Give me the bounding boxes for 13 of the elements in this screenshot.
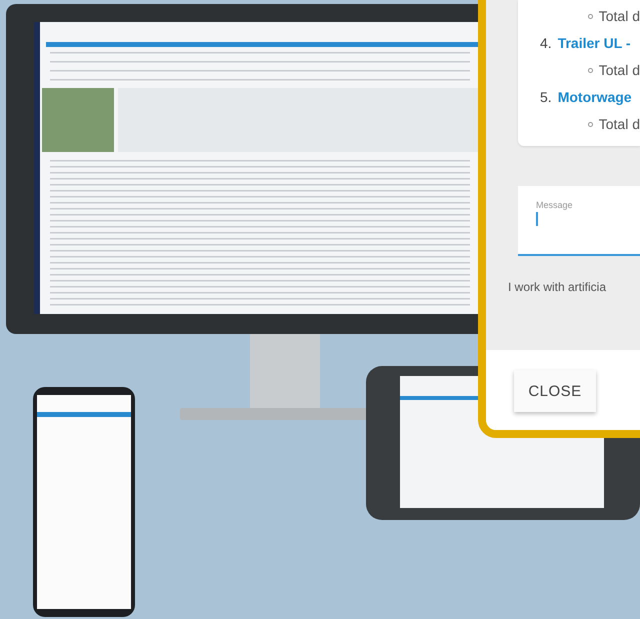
- list-number: 5.: [540, 89, 552, 105]
- message-text: Total d: [598, 8, 640, 24]
- message-text: Total d: [598, 62, 640, 78]
- message-link[interactable]: Trailer UL -: [558, 35, 631, 51]
- bullet-icon: [588, 14, 593, 18]
- bullet-icon: [588, 68, 593, 72]
- bullet-icon: [588, 122, 593, 126]
- message-input-field[interactable]: Message: [518, 186, 640, 256]
- message-link[interactable]: Motorwage: [558, 89, 632, 105]
- disclaimer-text: I work with artificia: [508, 280, 608, 294]
- close-button[interactable]: CLOSE: [514, 370, 596, 412]
- message-text: Total d: [598, 116, 640, 132]
- list-number: 4.: [540, 35, 552, 51]
